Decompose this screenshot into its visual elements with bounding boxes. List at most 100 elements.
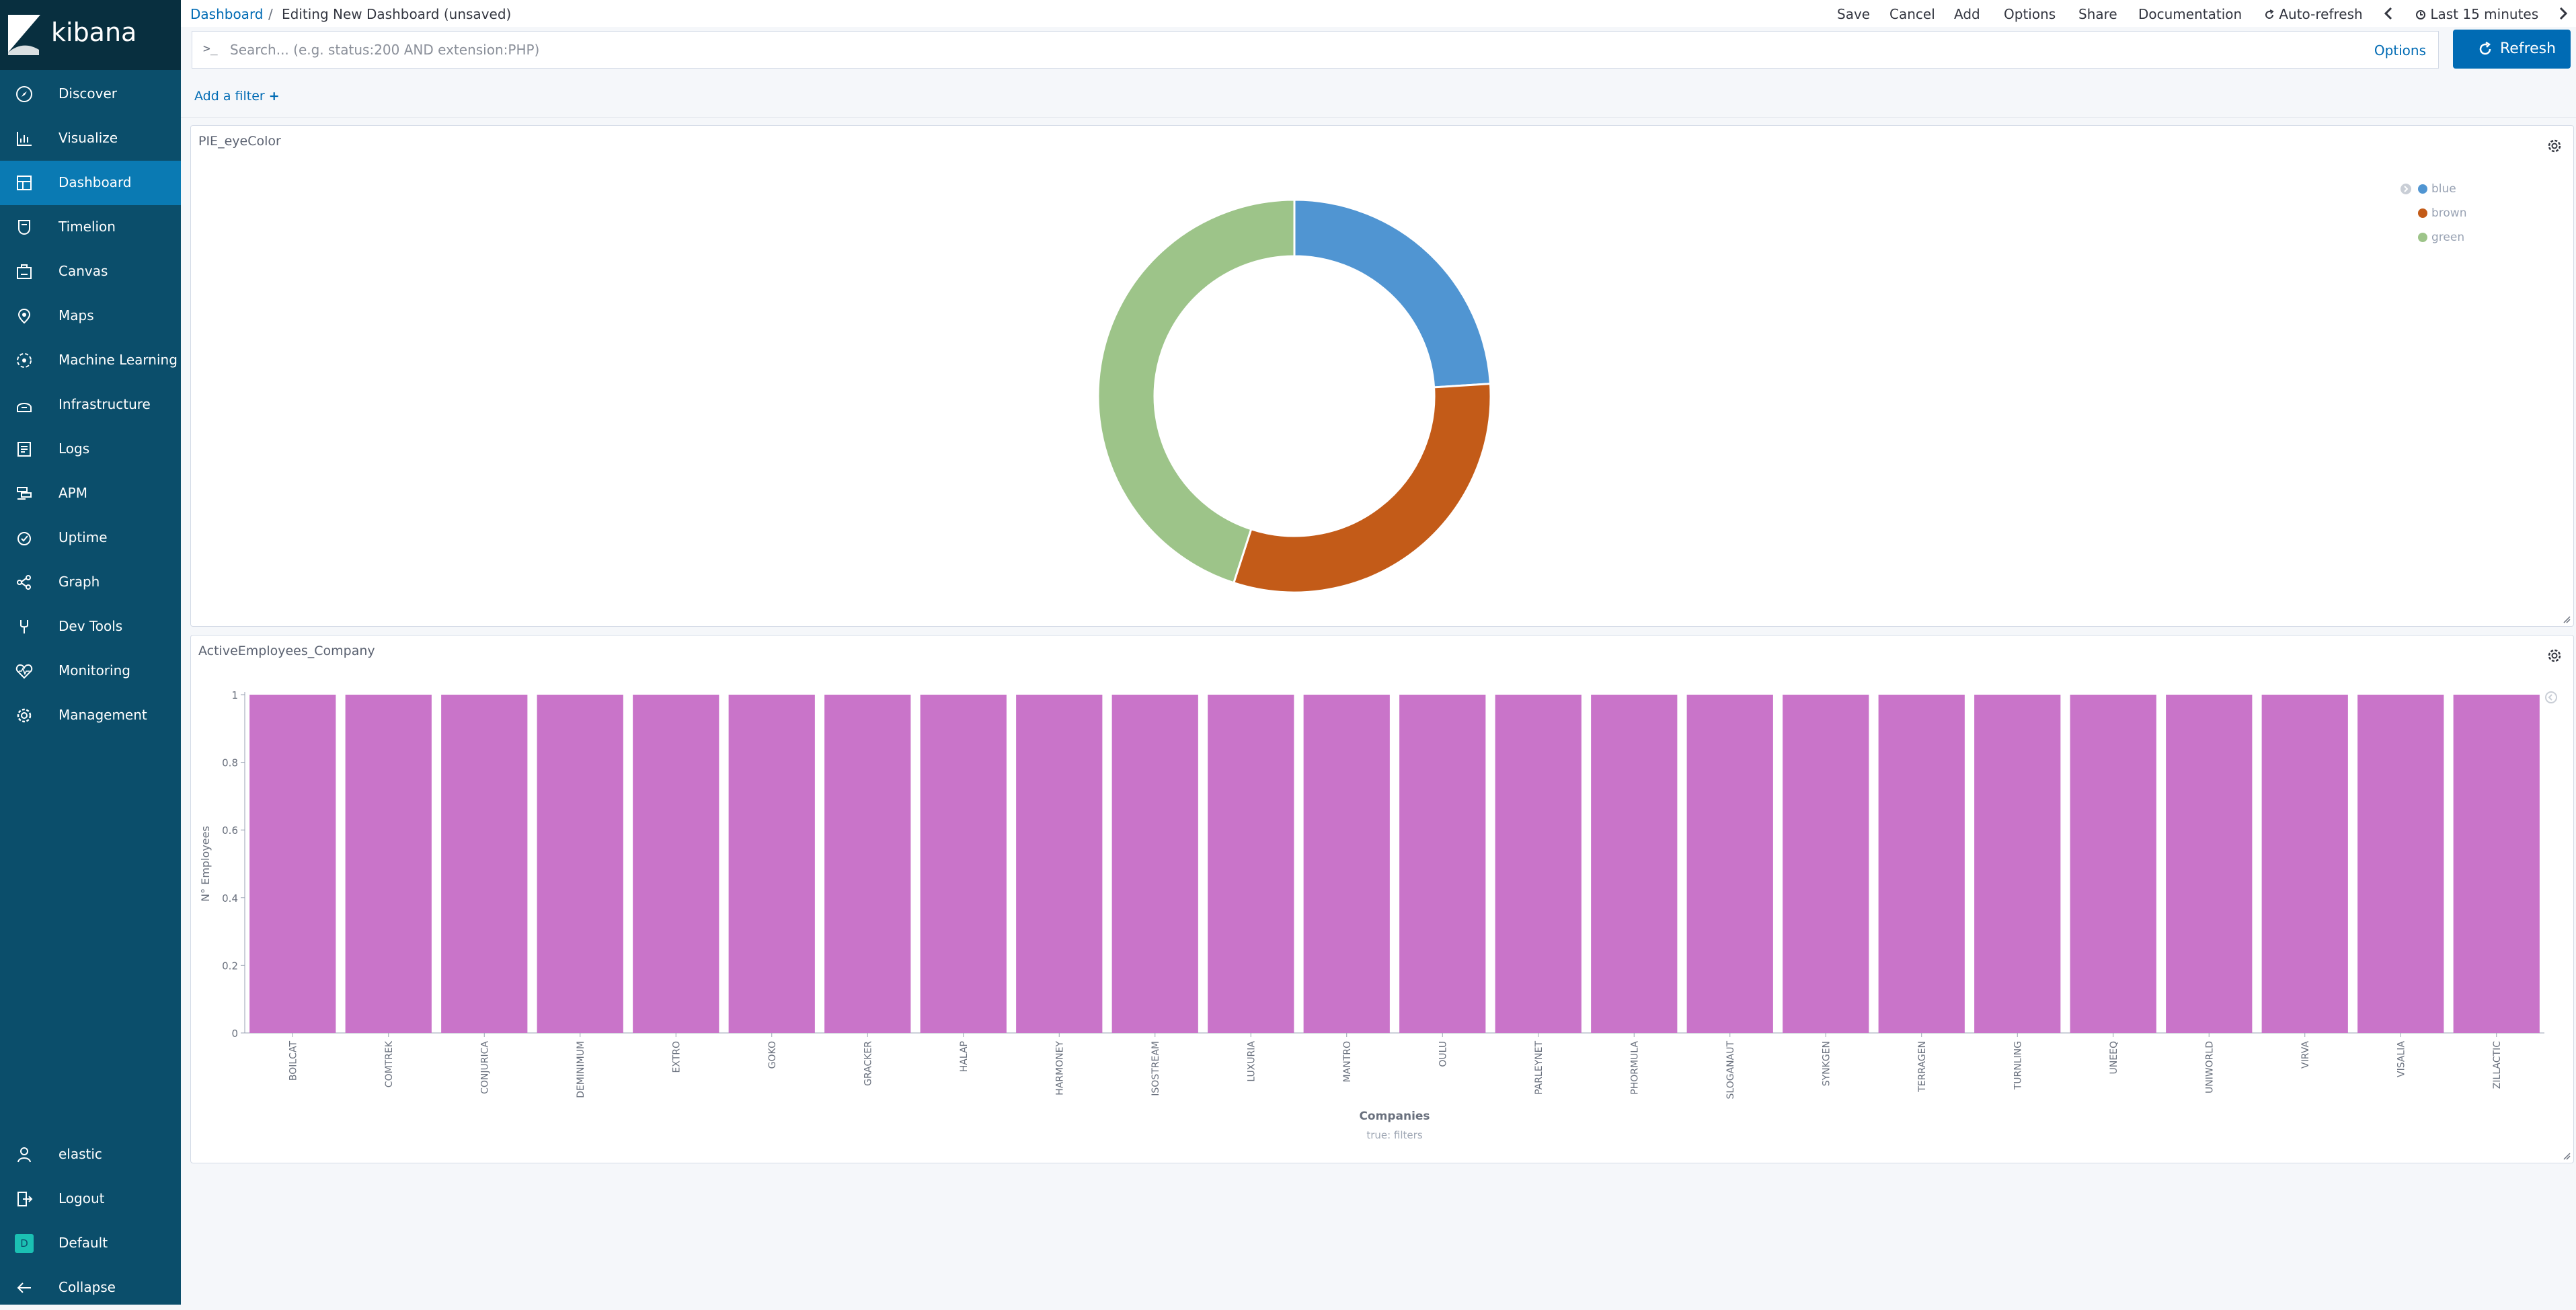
sidebar-item-visualize[interactable]: Visualize [0, 116, 181, 161]
sidebar-item-uptime[interactable]: Uptime [0, 516, 181, 560]
y-tick-label: 0.4 [222, 892, 238, 904]
legend-dot [2418, 208, 2427, 218]
bar[interactable] [1686, 695, 1773, 1033]
x-tick-label: ISOSTREAM [1150, 1041, 1161, 1096]
bar[interactable] [1783, 695, 1869, 1033]
sidebar-item-discover[interactable]: Discover [0, 72, 181, 116]
x-tick-label: PARLEYNET [1534, 1041, 1545, 1095]
auto-refresh-label: Auto-refresh [2279, 6, 2363, 22]
bar[interactable] [824, 695, 911, 1033]
bar[interactable] [2453, 695, 2540, 1033]
query-bar[interactable]: >_ Search... (e.g. status:200 AND extens… [192, 31, 2439, 69]
sidebar-item-monitoring[interactable]: Monitoring [0, 649, 181, 693]
x-tick-label: GOKO [767, 1041, 778, 1069]
sidebar-item-label: Graph [58, 574, 100, 590]
bar[interactable] [249, 695, 336, 1033]
dashboard-icon [17, 176, 32, 190]
sidebar-item-dashboard[interactable]: Dashboard [0, 161, 181, 205]
bar[interactable] [1399, 695, 1486, 1033]
pie-slice-blue[interactable] [1293, 198, 1492, 389]
add-filter-link[interactable]: Add a filter + [194, 89, 280, 104]
logout-link[interactable]: Logout [0, 1177, 181, 1221]
sidebar-item-label: Machine Learning [58, 352, 178, 368]
collapse-button[interactable]: Collapse [0, 1266, 181, 1310]
sidebar-item-timelion[interactable]: Timelion [0, 205, 181, 249]
user-menu[interactable]: elastic [0, 1132, 181, 1177]
bar[interactable] [345, 695, 432, 1033]
y-tick-label: 1 [231, 689, 238, 701]
save-button[interactable]: Save [1837, 6, 1870, 22]
bar[interactable] [441, 695, 528, 1033]
timelion-icon [18, 220, 30, 235]
collapse-label: Collapse [58, 1279, 116, 1295]
bar-chart: 0 0.2 0.4 0.6 0.8 1 N° Employees BOILCAT COMTREK… [199, 689, 2544, 1141]
bar[interactable] [1111, 695, 1198, 1033]
space-selector[interactable]: D Default [0, 1221, 181, 1266]
options-button[interactable]: Options [2004, 6, 2056, 22]
sidebar-item-management[interactable]: Management [0, 693, 181, 738]
user-name: elastic [58, 1146, 102, 1162]
x-tick-label: PHORMULA [1629, 1041, 1640, 1095]
search-input[interactable]: Search... (e.g. status:200 AND extension… [230, 42, 539, 58]
chevron-right-icon[interactable] [2559, 7, 2568, 20]
sidebar-item-machine-learning[interactable]: Machine Learning [0, 338, 181, 383]
cancel-button[interactable]: Cancel [1889, 6, 1935, 22]
sidebar-item-label: Discover [58, 85, 117, 102]
bar[interactable] [2070, 695, 2156, 1033]
resize-handle-icon[interactable] [2563, 615, 2571, 623]
sidebar-item-maps[interactable]: Maps [0, 294, 181, 338]
chevron-left-icon[interactable] [2384, 7, 2393, 20]
bar[interactable] [920, 695, 1007, 1033]
kibana-logo-icon [8, 15, 40, 55]
time-picker[interactable]: Last 15 minutes [2415, 6, 2538, 22]
bar[interactable] [1591, 695, 1678, 1033]
pie-panel: PIE_eyeColor blue brown green [190, 125, 2574, 627]
bar[interactable] [1208, 695, 1294, 1033]
sidebar-item-canvas[interactable]: Canvas [0, 249, 181, 294]
legend-item-blue[interactable]: blue [2418, 182, 2456, 196]
breadcrumb-dashboard[interactable]: Dashboard [190, 6, 264, 22]
sidebar-item-logs[interactable]: Logs [0, 427, 181, 471]
sidebar-item-label: Dev Tools [58, 618, 123, 634]
bar[interactable] [2166, 695, 2253, 1033]
bar[interactable] [633, 695, 719, 1033]
clock-icon [2416, 10, 2425, 20]
legend-toggle-icon[interactable] [2399, 182, 2413, 196]
refresh-button[interactable]: Refresh [2453, 30, 2571, 69]
legend-item-brown[interactable]: brown [2418, 206, 2467, 220]
breadcrumb-current: Editing New Dashboard (unsaved) [282, 6, 512, 22]
add-button[interactable]: Add [1954, 6, 1980, 22]
bar[interactable] [1974, 695, 2061, 1033]
bar[interactable] [2357, 695, 2444, 1033]
x-tick-label: GRACKER [863, 1041, 873, 1086]
bar[interactable] [728, 695, 815, 1033]
sidebar-item-label: Maps [58, 307, 94, 323]
pie-slice-brown[interactable] [1232, 383, 1492, 594]
bar[interactable] [537, 695, 623, 1033]
sidebar-item-label: Monitoring [58, 662, 130, 679]
y-tick-label: 0.8 [222, 757, 238, 769]
auto-refresh-button[interactable]: Auto-refresh [2264, 6, 2363, 22]
bar[interactable] [1495, 695, 1582, 1033]
documentation-link[interactable]: Documentation [2138, 6, 2242, 22]
x-tick-label: CONJURICA [479, 1041, 490, 1094]
logs-icon [17, 442, 31, 457]
pie-chart [1097, 198, 1492, 594]
x-tick-label: SLOGANAUT [1725, 1041, 1736, 1100]
sidebar-item-label: Dashboard [58, 174, 132, 190]
bar[interactable] [2261, 695, 2348, 1033]
sidebar-item-dev-tools[interactable]: Dev Tools [0, 605, 181, 649]
brand-header[interactable]: kibana [0, 0, 181, 70]
sidebar-item-graph[interactable]: Graph [0, 560, 181, 605]
share-button[interactable]: Share [2078, 6, 2117, 22]
legend-item-green[interactable]: green [2418, 231, 2464, 244]
sidebar-item-infrastructure[interactable]: Infrastructure [0, 383, 181, 427]
bar[interactable] [1878, 695, 1965, 1033]
bar[interactable] [1016, 695, 1103, 1033]
query-options-button[interactable]: Options [2374, 42, 2426, 59]
x-tick-label: VISALIA [2396, 1041, 2407, 1077]
pie-slice-green[interactable] [1097, 198, 1296, 584]
bar[interactable] [1303, 695, 1390, 1033]
resize-handle-icon[interactable] [2563, 1152, 2571, 1160]
sidebar-item-apm[interactable]: APM [0, 471, 181, 516]
